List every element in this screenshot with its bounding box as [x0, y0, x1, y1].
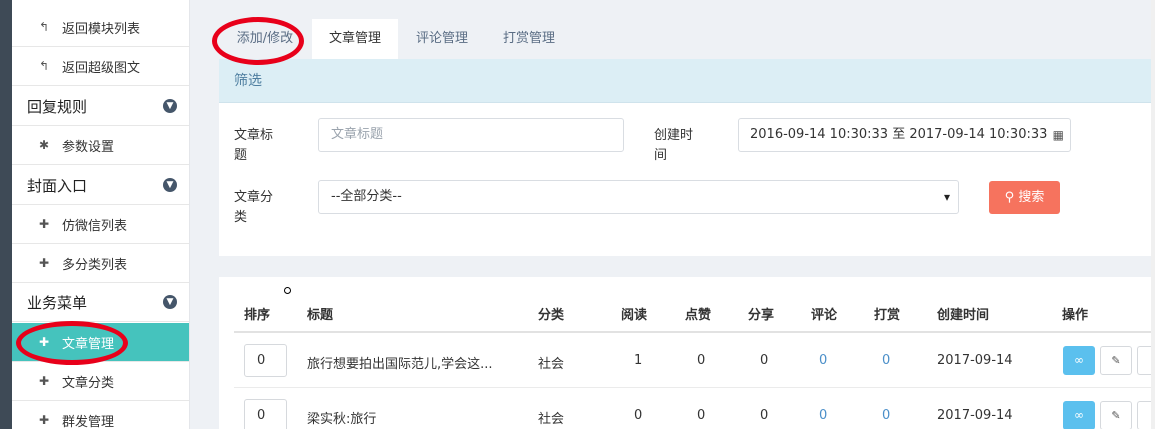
calendar-icon: ▦ — [1052, 128, 1064, 142]
sidebar-item-label: 文章分类 — [62, 375, 115, 391]
article-title: 梁实秋:旅行 — [307, 412, 377, 427]
created-date: 2017-09-14 — [937, 353, 1013, 368]
article-title-input[interactable]: 文章标题 — [318, 118, 624, 152]
edit-button[interactable]: ✎ — [1100, 401, 1132, 429]
sidebar-item-settings[interactable]: ✱ 参数设置 — [12, 126, 189, 165]
like-count: 0 — [697, 408, 706, 423]
sidebar-item-multi-category-list[interactable]: ✚ 多分类列表 — [12, 244, 189, 283]
article-category: 社会 — [538, 357, 565, 372]
tab-comment-management[interactable]: 评论管理 — [400, 19, 484, 59]
puzzle-icon: ✚ — [38, 374, 50, 388]
row-divider — [234, 387, 1155, 388]
puzzle-icon: ✚ — [38, 256, 50, 270]
page-scrollbar[interactable] — [1151, 0, 1155, 429]
article-title-label: 文章标题 — [234, 128, 274, 163]
sidebar-item-label: 群发管理 — [62, 414, 115, 429]
sidebar-edge — [0, 0, 12, 429]
sidebar-menu: ↰ 返回模块列表 ↰ 返回超级图文 回复规则 ▼ ✱ 参数设置 封面入口 ▼ ✚… — [12, 0, 190, 429]
reward-count-link[interactable]: 0 — [882, 353, 890, 368]
like-count: 0 — [697, 353, 706, 368]
annotation-circle-article-management — [16, 321, 128, 365]
share-count: 0 — [760, 353, 769, 368]
sidebar: ↰ 返回模块列表 ↰ 返回超级图文 回复规则 ▼ ✱ 参数设置 封面入口 ▼ ✚… — [0, 0, 190, 429]
column-header-actions: 操作 — [1062, 308, 1089, 323]
search-button[interactable]: ⚲ 搜索 — [989, 181, 1060, 214]
sidebar-group-label: 回复规则 — [27, 97, 88, 116]
gear-icon: ✱ — [38, 138, 50, 152]
sidebar-group-cover-entry[interactable]: 封面入口 ▼ — [12, 166, 189, 205]
header-divider — [234, 331, 1155, 333]
created-time-range-value: 2016-09-14 10:30:33 至 2017-09-14 10:30:3… — [750, 127, 1048, 142]
sidebar-item-label: 仿微信列表 — [62, 218, 128, 234]
mouse-cursor — [284, 287, 291, 294]
created-time-label: 创建时间 — [654, 128, 694, 163]
sidebar-group-label: 业务菜单 — [27, 293, 88, 312]
pencil-icon: ✎ — [1111, 409, 1121, 422]
chevron-down-icon: ▼ — [163, 295, 177, 309]
filter-title: 筛选 — [219, 59, 1155, 103]
annotation-circle-add-edit-tab — [212, 17, 304, 65]
tab-article-management[interactable]: 文章管理 — [312, 19, 398, 59]
puzzle-icon: ✚ — [38, 217, 50, 231]
more-button[interactable] — [1137, 346, 1151, 375]
chevron-down-icon: ▼ — [163, 99, 177, 113]
column-header-shares: 分享 — [748, 308, 775, 323]
order-input[interactable]: 0 — [244, 344, 287, 377]
article-category-value: --全部分类-- — [331, 189, 402, 204]
puzzle-icon: ✚ — [38, 413, 50, 427]
column-header-created: 创建时间 — [937, 308, 990, 323]
sidebar-item-back-module-list[interactable]: ↰ 返回模块列表 — [12, 8, 189, 47]
sidebar-group-reply-rules[interactable]: 回复规则 ▼ — [12, 87, 189, 126]
sidebar-item-back-super-article[interactable]: ↰ 返回超级图文 — [12, 47, 189, 86]
link-button[interactable]: ∞ — [1063, 401, 1095, 429]
sidebar-item-label: 多分类列表 — [62, 257, 128, 273]
tab-reward-management[interactable]: 打赏管理 — [486, 19, 572, 59]
comment-count-link[interactable]: 0 — [819, 353, 827, 368]
sidebar-item-mass-send[interactable]: ✚ 群发管理 — [12, 401, 189, 429]
pencil-icon: ✎ — [1111, 354, 1121, 367]
sidebar-item-wechat-list[interactable]: ✚ 仿微信列表 — [12, 205, 189, 244]
column-header-comments: 评论 — [811, 308, 838, 323]
search-icon: ⚲ — [1004, 190, 1015, 205]
tab-label: 文章管理 — [328, 31, 381, 46]
more-button[interactable] — [1137, 401, 1151, 429]
read-count: 0 — [634, 408, 643, 423]
tab-label: 打赏管理 — [502, 31, 555, 46]
share-count: 0 — [760, 408, 769, 423]
search-button-label: 搜索 — [1018, 190, 1045, 205]
column-header-title: 标题 — [307, 308, 334, 323]
created-date: 2017-09-14 — [937, 408, 1013, 423]
article-category-label: 文章分类 — [234, 190, 274, 225]
sidebar-group-business-menu[interactable]: 业务菜单 ▼ — [12, 283, 189, 322]
sidebar-item-label: 参数设置 — [62, 139, 115, 155]
sidebar-item-label: 返回模块列表 — [62, 21, 141, 37]
back-arrow-icon: ↰ — [38, 59, 50, 73]
sidebar-item-article-category[interactable]: ✚ 文章分类 — [12, 362, 189, 401]
back-arrow-icon: ↰ — [38, 20, 50, 34]
sidebar-group-label: 封面入口 — [27, 176, 88, 195]
column-header-order: 排序 — [244, 308, 271, 323]
comment-count-link[interactable]: 0 — [819, 408, 827, 423]
tab-label: 评论管理 — [415, 31, 468, 46]
column-header-likes: 点赞 — [685, 308, 712, 323]
article-title: 旅行想要拍出国际范儿,学会这... — [307, 357, 493, 372]
link-icon: ∞ — [1074, 408, 1084, 422]
column-header-reads: 阅读 — [621, 308, 648, 323]
order-input[interactable]: 0 — [244, 399, 287, 429]
read-count: 1 — [634, 353, 643, 368]
filter-panel: 筛选 文章标题 文章标题 创建时间 2016-09-14 10:30:33 至 … — [219, 59, 1155, 256]
column-header-rewards: 打赏 — [874, 308, 901, 323]
article-category-select[interactable]: --全部分类-- — [318, 180, 959, 214]
column-header-category: 分类 — [538, 308, 565, 323]
link-button[interactable]: ∞ — [1063, 346, 1095, 375]
sidebar-item-label: 返回超级图文 — [62, 60, 141, 76]
edit-button[interactable]: ✎ — [1100, 346, 1132, 375]
reward-count-link[interactable]: 0 — [882, 408, 890, 423]
created-time-range-input[interactable]: 2016-09-14 10:30:33 至 2017-09-14 10:30:3… — [738, 118, 1071, 152]
link-icon: ∞ — [1074, 353, 1084, 367]
chevron-down-icon: ▼ — [163, 178, 177, 192]
article-table: 排序 标题 分类 阅读 点赞 分享 评论 打赏 创建时间 操作 0 旅行想要拍出… — [219, 277, 1155, 429]
article-category: 社会 — [538, 412, 565, 427]
